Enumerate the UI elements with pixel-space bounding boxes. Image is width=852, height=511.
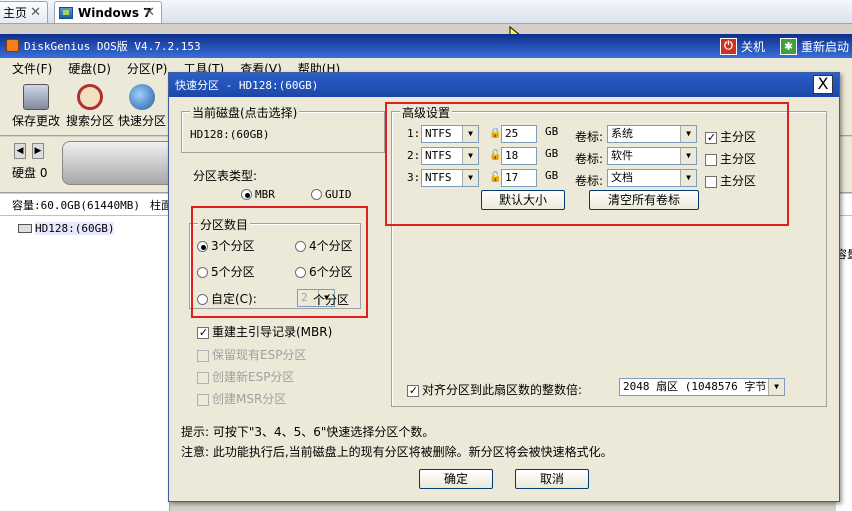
- highlight-partition-count: [191, 206, 368, 318]
- current-disk-label: 当前磁盘(点击选择): [190, 104, 300, 121]
- rebuild-mbr-indicator: [197, 326, 209, 339]
- restart-button[interactable]: ✱ 重新启动: [780, 36, 849, 56]
- prev-disk-icon[interactable]: ◀: [14, 143, 26, 159]
- restart-icon: ✱: [780, 37, 797, 55]
- align-select[interactable]: 2048 扇区 (1048576 字节) ▼: [619, 378, 785, 396]
- quick-partition-button[interactable]: 快速分区: [116, 84, 168, 129]
- create-msr-label: 创建MSR分区: [212, 392, 287, 406]
- vm-tab-windows7[interactable]: Windows 7 ✕: [54, 1, 162, 23]
- radio-mbr-indicator: [241, 189, 252, 200]
- radio-guid-label: GUID: [325, 188, 352, 201]
- next-disk-icon[interactable]: ▶: [32, 143, 44, 159]
- search-partition-label: 搜索分区: [65, 114, 114, 128]
- dialog-title: 快速分区 - HD128:(60GB): [175, 79, 319, 92]
- disk-label: 硬盘 0: [12, 166, 48, 180]
- app-icon: [6, 39, 19, 52]
- quick-partition-label: 快速分区: [117, 114, 166, 128]
- create-esp-checkbox[interactable]: 创建新ESP分区: [197, 368, 294, 385]
- disk-icon: [129, 84, 155, 110]
- keep-esp-indicator: [197, 349, 209, 362]
- current-disk-value: HD128:(60GB): [190, 128, 270, 141]
- current-disk-group[interactable]: 当前磁盘(点击选择) HD128:(60GB): [181, 104, 385, 153]
- vm-tab-windows7-label: Windows 7: [78, 5, 152, 20]
- disk-graphic[interactable]: [62, 141, 182, 185]
- dialog-title-bar: 快速分区 - HD128:(60GB) X: [169, 73, 839, 97]
- menu-file[interactable]: 文件(F): [12, 60, 52, 77]
- vm-tab-home-label: 主页: [3, 6, 28, 20]
- cancel-label: 取消: [539, 472, 564, 486]
- menu-partition[interactable]: 分区(P): [127, 60, 168, 77]
- chevron-down-icon: ▼: [768, 379, 784, 395]
- tree-item-hd128[interactable]: HD128:(60GB): [18, 222, 115, 235]
- ok-button[interactable]: 确定: [419, 469, 493, 489]
- hard-disk-icon: [18, 224, 32, 233]
- shutdown-button[interactable]: ⏻ 关机: [720, 36, 765, 56]
- align-indicator: [407, 384, 419, 397]
- tree-item-label: HD128:(60GB): [35, 222, 115, 235]
- keep-esp-label: 保留现有ESP分区: [212, 348, 307, 362]
- disk-tree: HD128:(60GB): [0, 216, 170, 511]
- create-msr-checkbox[interactable]: 创建MSR分区: [197, 390, 286, 407]
- close-icon: X: [817, 74, 829, 93]
- close-icon[interactable]: ✕: [144, 5, 155, 20]
- table-type-label: 分区表类型:: [193, 169, 258, 183]
- app-title: DiskGenius DOS版 V4.7.2.153: [24, 40, 201, 53]
- radio-guid-indicator: [311, 189, 322, 200]
- highlight-advanced-settings: [385, 102, 789, 226]
- vm-tab-bar: 主页 ✕ Windows 7 ✕: [0, 0, 852, 24]
- save-changes-button[interactable]: 保存更改: [10, 84, 62, 129]
- radio-guid[interactable]: GUID: [311, 187, 352, 201]
- keep-esp-checkbox[interactable]: 保留现有ESP分区: [197, 346, 306, 363]
- capacity-text: 容量:60.0GB(61440MB): [12, 198, 140, 212]
- shutdown-label: 关机: [741, 39, 766, 54]
- close-dialog-button[interactable]: X: [813, 75, 833, 94]
- align-value: 2048 扇区 (1048576 字节): [623, 380, 773, 393]
- create-esp-label: 创建新ESP分区: [212, 370, 295, 384]
- search-partition-button[interactable]: 搜索分区: [64, 84, 116, 129]
- align-checkbox[interactable]: 对齐分区到此扇区数的整数倍:: [407, 381, 582, 398]
- vm-tab-home[interactable]: 主页 ✕: [0, 1, 48, 23]
- save-changes-label: 保存更改: [11, 114, 60, 128]
- create-esp-indicator: [197, 371, 209, 384]
- restart-label: 重新启动: [801, 39, 850, 54]
- menu-disk[interactable]: 硬盘(D): [68, 60, 111, 77]
- vm-icon: [59, 6, 73, 19]
- radio-mbr-label: MBR: [255, 188, 275, 201]
- ok-label: 确定: [443, 472, 468, 486]
- rebuild-mbr-label: 重建主引导记录(MBR): [212, 325, 333, 339]
- power-icon: ⏻: [720, 37, 737, 55]
- rebuild-mbr-checkbox[interactable]: 重建主引导记录(MBR): [197, 323, 332, 340]
- radio-mbr[interactable]: MBR: [241, 187, 275, 201]
- cancel-button[interactable]: 取消: [515, 469, 589, 489]
- align-label: 对齐分区到此扇区数的整数倍:: [422, 383, 583, 397]
- quick-partition-dialog: 快速分区 - HD128:(60GB) X 当前磁盘(点击选择) HD128:(…: [168, 72, 840, 502]
- app-title-bar: DiskGenius DOS版 V4.7.2.153 ⏻ 关机 ✱ 重新启动: [0, 34, 852, 58]
- search-icon: [77, 84, 103, 110]
- note-text: 注意: 此功能执行后,当前磁盘上的现有分区将被删除。新分区将会被快速格式化。: [181, 445, 613, 459]
- save-icon: [23, 84, 49, 110]
- create-msr-indicator: [197, 393, 209, 406]
- hint-text: 提示: 可按下"3、4、5、6"快速选择分区个数。: [181, 425, 435, 439]
- close-icon[interactable]: ✕: [30, 5, 41, 20]
